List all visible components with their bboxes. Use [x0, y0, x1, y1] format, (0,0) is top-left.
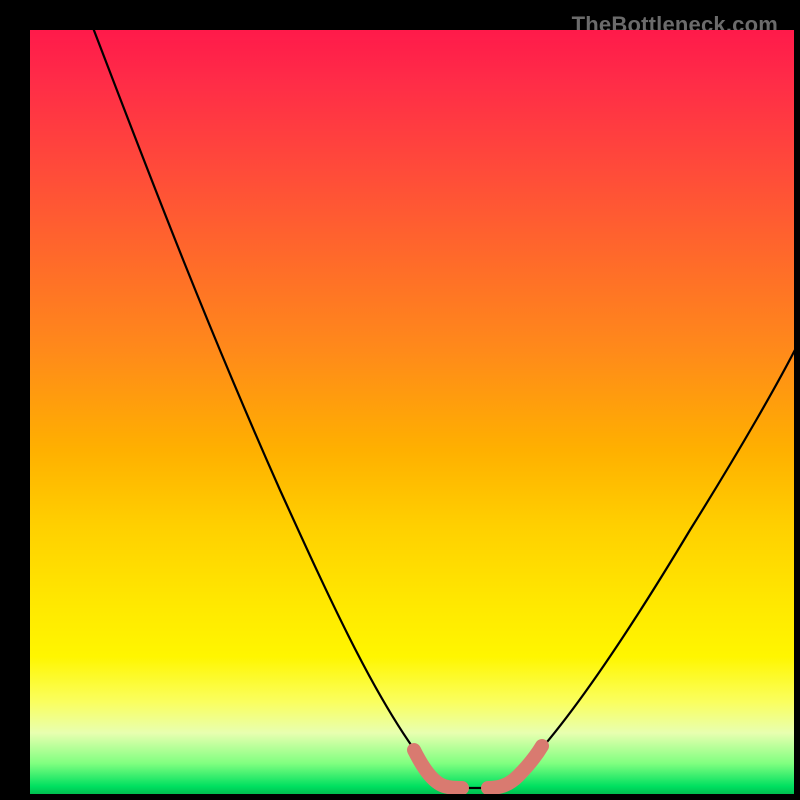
plot-area: [30, 30, 794, 794]
bottleneck-curve: [30, 30, 794, 794]
right-dip-marker: [488, 746, 542, 788]
chart-frame: TheBottleneck.com: [12, 12, 788, 788]
curve-path: [90, 30, 794, 788]
left-dip-marker: [414, 750, 462, 788]
